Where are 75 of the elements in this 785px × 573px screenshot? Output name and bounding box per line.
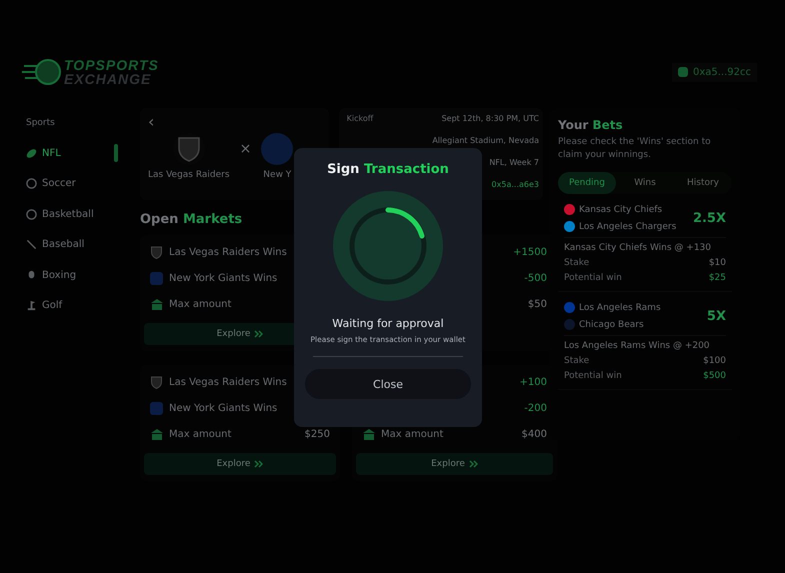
win-label: Potential win (564, 371, 622, 381)
tab[interactable]: Wins (616, 172, 674, 194)
tab[interactable]: Pending (558, 172, 616, 194)
team-logo-icon (150, 402, 163, 414)
detail-value: NFL, Week 7 (489, 157, 539, 169)
chevrons-icon (254, 460, 264, 468)
market-label: Max amount (169, 428, 232, 440)
bet-pick: Kansas City Chiefs Wins @ +130 (564, 243, 712, 253)
shield-logo-icon (150, 246, 163, 258)
versus-sign: × (240, 141, 252, 157)
wallet-button[interactable]: 0xa5...92cc (672, 62, 757, 82)
team-name: Los Angeles Chargers (579, 222, 676, 232)
market-label: Max amount (381, 428, 444, 440)
chevrons-icon (254, 330, 264, 338)
market-value: +1500 (513, 246, 547, 258)
team-name: Chicago Bears (579, 320, 644, 330)
tab[interactable]: History (674, 172, 732, 194)
detail-value: Sept 12th, 8:30 PM, UTC (442, 113, 539, 125)
sidebar-item[interactable]: Golf (26, 300, 62, 312)
team-logo-icon (261, 133, 294, 165)
chevrons-icon (468, 460, 478, 468)
golf-icon (26, 300, 37, 312)
shield-logo-icon (150, 376, 163, 388)
market-label: Max amount (169, 298, 232, 310)
detail-value: Allegiant Stadium, Nevada (432, 135, 539, 147)
brand-name: TOPSPORTS (64, 58, 159, 72)
market-value: -500 (524, 272, 547, 284)
selected-indicator (114, 144, 118, 162)
baseball-icon (26, 239, 37, 250)
sidebar-item[interactable]: Basketball (26, 208, 94, 220)
sidebar-item[interactable]: Baseball (26, 239, 84, 250)
team-name: New Y (263, 170, 292, 180)
market-label: New York Giants Wins (169, 402, 278, 414)
soccer-icon (26, 178, 37, 190)
boxing-icon (26, 270, 37, 281)
football-icon (26, 148, 37, 159)
market-value: $400 (522, 428, 547, 440)
win-value: $25 (708, 273, 726, 283)
bet-pick: Los Angeles Rams Wins @ +200 (564, 341, 711, 351)
market-value: $250 (304, 428, 330, 440)
sidebar-heading: Sports (26, 118, 56, 128)
stake-value: $10 (708, 258, 726, 268)
section-title: Open Markets (140, 212, 244, 227)
team-name: Kansas City Chiefs (579, 204, 662, 214)
sidebar-item[interactable]: Boxing (26, 270, 76, 281)
team-name: Las Vegas Raiders (148, 170, 230, 180)
basketball-icon (26, 208, 37, 220)
sidebar-item[interactable]: NFL (26, 148, 61, 159)
modal-title: Sign Transaction (327, 162, 449, 177)
close-button[interactable]: Close (305, 369, 471, 399)
multiplier: 2.5X (692, 210, 726, 226)
explore-button[interactable]: Explore (356, 453, 553, 475)
detail-label: Kickoff (346, 113, 374, 125)
sidebar-item[interactable]: Soccer (26, 178, 76, 190)
stake-label: Stake (564, 258, 590, 268)
contract-link[interactable]: 0x5a...a6e3 (492, 178, 539, 191)
multiplier: 5X (706, 308, 726, 324)
win-label: Potential win (564, 273, 622, 283)
panel-title: Your Bets (558, 118, 624, 132)
team-logo-icon (150, 272, 163, 284)
market-value: +100 (520, 376, 547, 388)
market-label: Las Vegas Raiders Wins (169, 376, 287, 388)
market-value: -200 (524, 402, 547, 414)
loading-spinner-icon (333, 191, 443, 301)
stake-value: $100 (703, 356, 726, 366)
panel-description: Please check the 'Wins' section to claim your winnings. (558, 136, 712, 162)
explore-button[interactable]: Explore (144, 453, 336, 475)
ball-logo-icon (22, 57, 62, 87)
win-value: $500 (703, 371, 726, 381)
stake-label: Stake (564, 356, 590, 366)
team-name: Los Angeles Rams (579, 302, 661, 312)
market-value: $50 (528, 298, 547, 310)
market-label: New York Giants Wins (169, 272, 278, 284)
market-label: Las Vegas Raiders Wins (169, 246, 287, 258)
back-icon[interactable]: ‹ (148, 114, 154, 130)
